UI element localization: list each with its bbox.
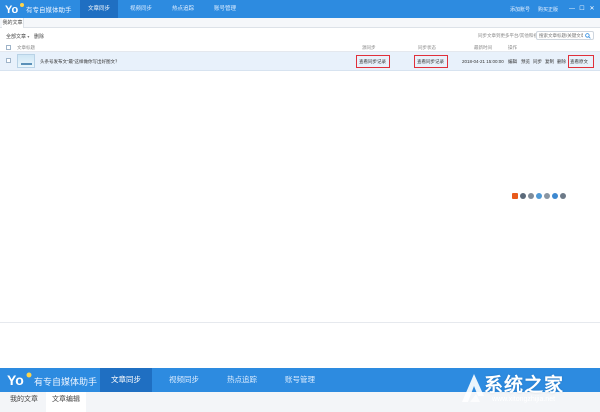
search-input[interactable] [537, 32, 583, 39]
source-sync-record-link[interactable]: 查看同步记录 [359, 59, 386, 65]
chevron-down-icon: ▾ [27, 34, 30, 39]
svg-text:Yo: Yo [7, 372, 24, 388]
zoomed-nav-account-management[interactable]: 账号管理 [274, 368, 326, 392]
header-actions: 操作 [508, 45, 517, 50]
search-box [536, 31, 594, 40]
punctuation-icon[interactable] [528, 193, 534, 199]
add-account-link[interactable]: 添加账号 [510, 6, 530, 13]
svg-text:Yo: Yo [5, 4, 19, 16]
sync-hint: 同步文章到更多平台/其他和视频 [478, 33, 543, 38]
section-divider [0, 322, 600, 323]
watermark-url: www.xitongzhijia.net [492, 396, 556, 403]
header-sync-status: 同步状态 [418, 45, 436, 50]
tab-strip: 我的文章 [0, 18, 600, 28]
app-title: 有专自媒体助手 [26, 7, 72, 14]
sync-status-record-link[interactable]: 查看同步记录 [417, 59, 444, 65]
preview-action[interactable]: 预览 [521, 59, 530, 65]
buy-license-link[interactable]: 购买正版 [538, 6, 558, 13]
article-title[interactable]: 头条号发布文“最”这样做你写出好图文？ [40, 59, 120, 65]
skin-icon[interactable] [552, 193, 558, 199]
close-button[interactable]: ✕ [588, 4, 596, 14]
delete-button[interactable]: 删除 [34, 33, 44, 40]
zoomed-tab-my-articles[interactable]: 我的文章 [4, 392, 44, 412]
zoomed-nav-article-sync[interactable]: 文章同步 [100, 368, 152, 392]
zoomed-app-title: 有专自媒体助手 [34, 377, 98, 387]
header-source-sync: 源同步 [362, 45, 376, 50]
main-nav: 文章同步 视频同步 热点追踪 账号管理 [80, 0, 248, 18]
tab-my-articles[interactable]: 我的文章 [2, 18, 24, 28]
article-thumbnail [17, 54, 35, 68]
row-checkbox[interactable] [6, 58, 11, 63]
filter-label: 全部文章 [6, 34, 27, 40]
zoomed-nav-video-sync[interactable]: 视频同步 [158, 368, 210, 392]
nav-hot-tracking[interactable]: 热点追踪 [164, 0, 202, 18]
table-row[interactable]: 头条号发布文“最”这样做你写出好图文？ 查看同步记录 查看同步记录 2018-0… [0, 52, 600, 71]
nav-video-sync[interactable]: 视频同步 [122, 0, 160, 18]
minimize-button[interactable]: — [568, 4, 576, 14]
search-icon[interactable] [585, 33, 591, 39]
article-toolbar: 全部文章 ▾ 删除 同步文章到更多平台/其他和视频 [0, 29, 600, 43]
header-title: 文章标题 [17, 45, 35, 50]
header-time: 最新时间 [474, 45, 492, 50]
view-original-action[interactable]: 查看原文 [570, 59, 588, 65]
zoomed-nav-hot-tracking[interactable]: 热点追踪 [216, 368, 268, 392]
app-logo-icon: Yo [7, 372, 32, 388]
zoomed-tab-article-edit[interactable]: 文章编辑 [46, 392, 86, 412]
language-icon[interactable] [520, 193, 526, 199]
article-filter-dropdown[interactable]: 全部文章 ▾ [6, 33, 29, 40]
watermark-text: 系统之家 [484, 375, 565, 396]
edit-action[interactable]: 编辑 [508, 59, 517, 65]
sync-action[interactable]: 同步 [533, 59, 542, 65]
copy-action[interactable]: 复制 [545, 59, 554, 65]
zoomed-nav: 文章同步 视频同步 热点追踪 账号管理 [100, 368, 332, 392]
app-logo-icon: Yo [5, 3, 24, 16]
select-all-checkbox[interactable] [6, 45, 11, 50]
title-bar: Yo 有专自媒体助手 文章同步 视频同步 热点追踪 账号管理 添加账号 购买正版… [0, 0, 600, 18]
ime-logo-icon[interactable] [512, 193, 518, 199]
toolbox-icon[interactable] [560, 193, 566, 199]
voice-icon[interactable] [536, 193, 542, 199]
keyboard-icon[interactable] [544, 193, 550, 199]
maximize-button[interactable]: ☐ [578, 4, 586, 14]
article-time: 2018-04-21 15:00:00 [462, 59, 504, 64]
delete-action[interactable]: 删除 [557, 59, 566, 65]
table-header: 文章标题 源同步 同步状态 最新时间 操作 [0, 43, 600, 52]
top-right-area: 添加账号 购买正版 — ☐ ✕ [510, 0, 596, 18]
ime-floating-toolbar [512, 192, 568, 200]
nav-account-management[interactable]: 账号管理 [206, 0, 244, 18]
nav-article-sync[interactable]: 文章同步 [80, 0, 118, 18]
